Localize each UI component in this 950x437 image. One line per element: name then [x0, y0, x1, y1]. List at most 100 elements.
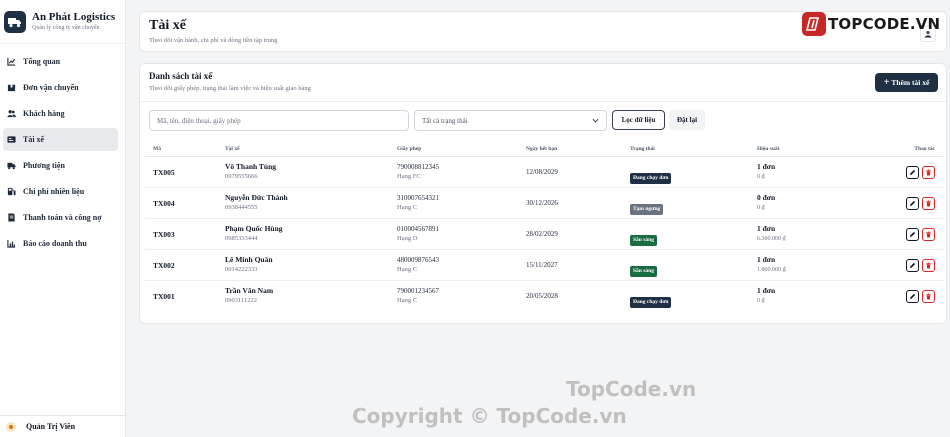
driver-name: Nguyễn Đức Thành	[225, 193, 288, 202]
status-cell: Sẵn sàng	[630, 259, 657, 277]
edit-button[interactable]	[906, 166, 919, 179]
edit-button[interactable]	[906, 197, 919, 210]
column-header-driver: Tài xế	[225, 146, 240, 152]
column-header-status: Trạng thái	[630, 146, 655, 152]
sidebar-item-label: Khách hàng	[23, 109, 65, 118]
filter-button[interactable]: Lọc dữ liệu	[612, 110, 665, 130]
section-title: Danh sách tài xế	[149, 71, 213, 81]
reset-button[interactable]: Đặt lại	[669, 110, 705, 130]
drivers-table: Mã Tài xế Giấy phép Ngày hết hạn Trạng t…	[145, 142, 943, 312]
search-placeholder: Mã, tên, điện thoại, giấy phép	[157, 116, 241, 125]
status-cell: Sẵn sàng	[630, 228, 657, 246]
sidebar-item-fuel-costs[interactable]: Chi phí nhiên liệu	[3, 180, 118, 203]
watermark-badge: TOPCODE.VN	[802, 11, 940, 37]
sidebar-item-drivers[interactable]: Tài xế	[3, 128, 118, 151]
sidebar-item-shipments[interactable]: Đơn vận chuyển	[3, 76, 118, 99]
driver-phone: 0903111222	[225, 297, 258, 304]
avatar	[6, 421, 16, 432]
column-header-license: Giấy phép	[397, 146, 422, 152]
order-count: 1 đơn	[757, 224, 776, 233]
license-info: 790001234567 Hạng C	[397, 286, 439, 306]
sidebar-item-label: Tài xế	[23, 135, 45, 144]
sidebar-item-overview[interactable]: Tổng quan	[3, 50, 118, 73]
delete-button[interactable]	[922, 259, 935, 272]
receipt-icon	[8, 213, 15, 222]
user-profile[interactable]: Quản Trị Viên	[0, 415, 126, 437]
revenue: 0 ₫	[757, 174, 765, 180]
delete-button[interactable]	[922, 197, 935, 210]
status-badge: Đang chạy đơn	[630, 297, 672, 308]
add-driver-button[interactable]: + Thêm tài xế	[875, 73, 938, 92]
edit-button[interactable]	[906, 290, 919, 303]
sidebar-item-payments[interactable]: Thanh toán và công nợ	[3, 206, 118, 229]
id-card-icon	[7, 136, 16, 143]
pencil-icon	[910, 231, 916, 237]
sidebar-item-label: Chi phí nhiên liệu	[23, 187, 85, 196]
sidebar-item-customers[interactable]: Khách hàng	[3, 102, 118, 125]
status-cell: Đang chạy đơn	[630, 166, 672, 184]
order-count: 1 đơn	[757, 162, 776, 171]
sidebar-item-label: Đơn vận chuyển	[23, 83, 79, 92]
delete-button[interactable]	[922, 290, 935, 303]
license-class: Hạng C	[397, 204, 418, 211]
driver-phone: 0979555666	[225, 173, 258, 180]
driver-name: Phạm Quốc Hùng	[225, 224, 283, 233]
sidebar-item-label: Thanh toán và công nợ	[23, 213, 102, 222]
delete-button[interactable]	[922, 166, 935, 179]
section-subtitle: Theo dõi giấy phép, trạng thái làm việc …	[149, 85, 311, 92]
revenue: 0 ₫	[757, 205, 765, 211]
package-icon	[7, 84, 16, 92]
performance-info: 0 đơn 0 ₫	[757, 193, 775, 213]
search-input[interactable]: Mã, tên, điện thoại, giấy phép	[149, 110, 409, 131]
watermark-badge-text: TOPCODE.VN	[828, 15, 941, 33]
column-header-id: Mã	[153, 146, 161, 152]
watermark-logo-icon	[802, 12, 826, 36]
column-header-actions: Thao tác	[914, 146, 935, 152]
revenue: 0 ₫	[757, 298, 765, 304]
table-row: TX003 Phạm Quốc Hùng 0985333444 01000456…	[145, 219, 943, 250]
driver-id: TX002	[153, 261, 175, 270]
fuel-icon	[7, 187, 16, 196]
brand[interactable]: An Phát Logistics Quản lý công ty vận ch…	[0, 0, 125, 44]
delete-button[interactable]	[922, 228, 935, 241]
edit-button[interactable]	[906, 228, 919, 241]
performance-info: 1 đơn 1.800.000 ₫	[757, 255, 786, 275]
table-row: TX001 Trần Văn Nam 0903111222 7900012345…	[145, 281, 943, 312]
chevron-down-icon	[592, 118, 599, 123]
row-actions	[903, 197, 935, 210]
license-class: Hạng D	[397, 235, 418, 242]
edit-button[interactable]	[906, 259, 919, 272]
license-info: 010004567891 Hạng D	[397, 224, 439, 244]
driver-name: Lê Minh Quân	[225, 255, 273, 264]
order-count: 1 đơn	[757, 286, 776, 295]
trash-icon	[926, 169, 931, 176]
driver-info: Phạm Quốc Hùng 0985333444	[225, 224, 283, 244]
trash-icon	[926, 231, 931, 238]
brand-name: An Phát Logistics	[32, 11, 116, 23]
table-body: TX005 Võ Thanh Tùng 0979555666 790008812…	[145, 157, 943, 312]
bar-chart-icon	[7, 239, 16, 248]
revenue: 1.800.000 ₫	[757, 267, 786, 273]
sidebar-item-revenue-report[interactable]: Báo cáo doanh thu	[3, 232, 118, 255]
pencil-icon	[910, 262, 916, 268]
column-header-performance: Hiệu suất	[757, 146, 780, 152]
driver-id: TX005	[153, 168, 175, 177]
driver-info: Nguyễn Đức Thành 0938444555	[225, 193, 288, 213]
license-number: 790008812345	[397, 163, 439, 171]
sidebar-item-vehicles[interactable]: Phương tiện	[3, 154, 118, 177]
driver-info: Trần Văn Nam 0903111222	[225, 286, 273, 306]
sidebar-item-label: Tổng quan	[23, 57, 61, 66]
sidebar-nav: Tổng quan Đơn vận chuyển Khách hàng Tài …	[0, 44, 125, 255]
trash-icon	[926, 262, 931, 269]
revenue: 6.300.000 ₫	[757, 236, 786, 242]
row-actions	[903, 259, 935, 272]
driver-id: TX003	[153, 230, 175, 239]
users-icon	[7, 110, 16, 118]
status-select[interactable]: Tất cả trạng thái	[414, 110, 607, 131]
status-badge: Đang chạy đơn	[630, 173, 672, 184]
table-header: Mã Tài xế Giấy phép Ngày hết hạn Trạng t…	[145, 142, 943, 157]
performance-info: 1 đơn 6.300.000 ₫	[757, 224, 786, 244]
expiry-date: 12/08/2029	[526, 168, 558, 176]
brand-subtitle: Quản lý công ty vận chuyển	[32, 25, 100, 31]
sidebar-item-label: Phương tiện	[23, 161, 65, 170]
